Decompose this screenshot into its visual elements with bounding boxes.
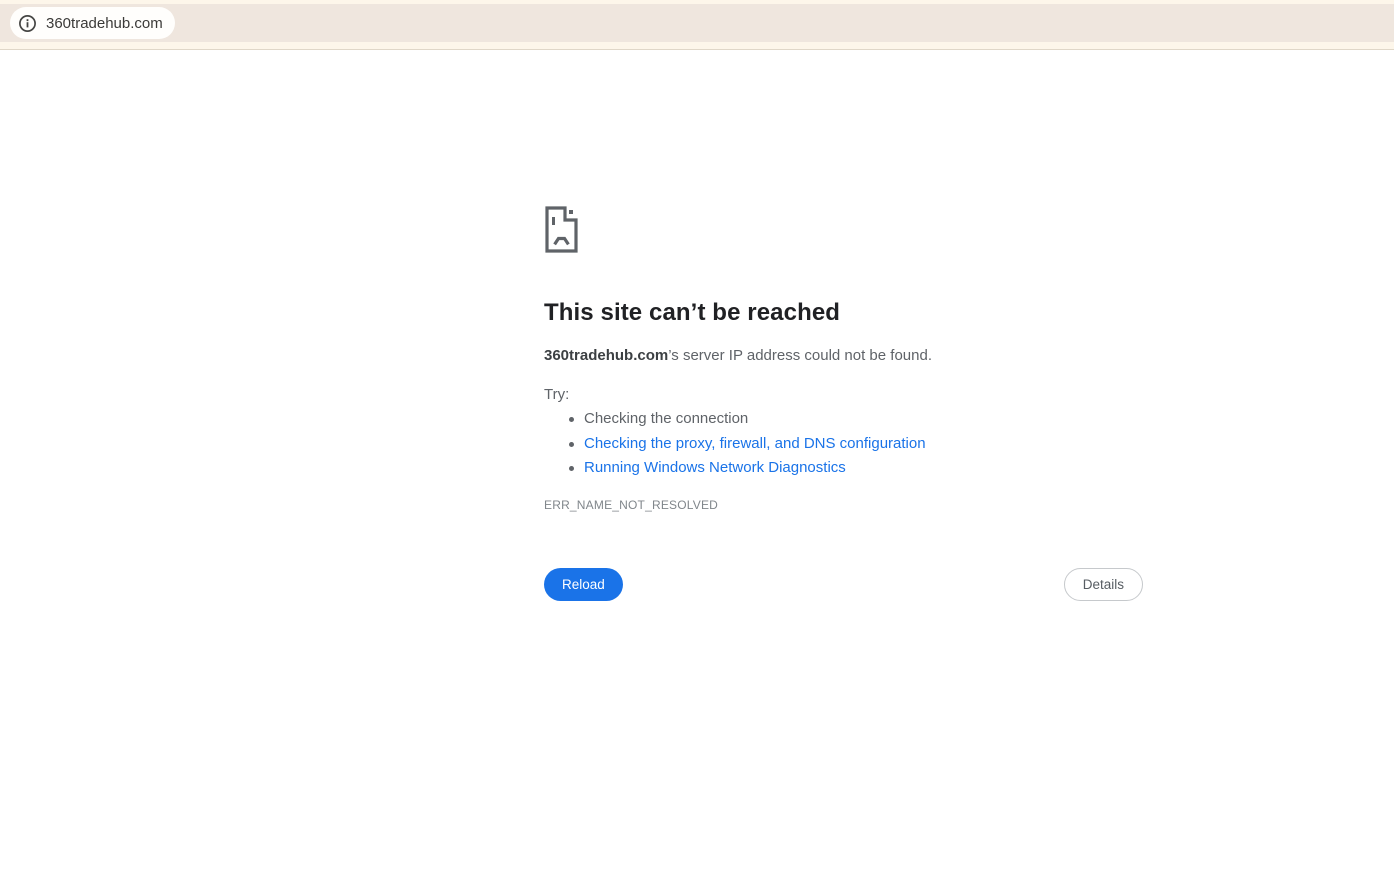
- reload-button[interactable]: Reload: [544, 568, 623, 601]
- suggestion-list: Checking the connection Checking the prox…: [544, 407, 926, 481]
- error-subtitle-text: ’s server IP address could not be found.: [668, 347, 932, 364]
- error-title: This site can’t be reached: [544, 299, 841, 326]
- details-button[interactable]: Details: [1063, 568, 1143, 601]
- toolbar-band: [0, 4, 1394, 42]
- suggestion-link[interactable]: Running Windows Network Diagnostics: [584, 459, 846, 476]
- page-info-icon[interactable]: [18, 14, 37, 33]
- suggestion-item-link[interactable]: Running Windows Network Diagnostics: [544, 456, 926, 481]
- suggestion-link[interactable]: Checking the proxy, firewall, and DNS co…: [584, 435, 926, 452]
- error-code: ERR_NAME_NOT_RESOLVED: [544, 498, 719, 512]
- error-domain: 360tradehub.com: [544, 347, 669, 364]
- browser-toolbar: 360tradehub.com: [0, 0, 1394, 50]
- address-bar[interactable]: 360tradehub.com: [10, 7, 175, 39]
- sad-document-icon: [544, 205, 579, 259]
- url-text[interactable]: 360tradehub.com: [46, 15, 163, 32]
- suggestion-item: Checking the connection: [544, 407, 926, 432]
- try-label: Try:: [544, 386, 570, 403]
- button-row: Reload Details: [544, 568, 1143, 601]
- error-subtitle: 360tradehub.com’s server IP address coul…: [544, 347, 932, 364]
- suggestion-item-link[interactable]: Checking the proxy, firewall, and DNS co…: [544, 432, 926, 457]
